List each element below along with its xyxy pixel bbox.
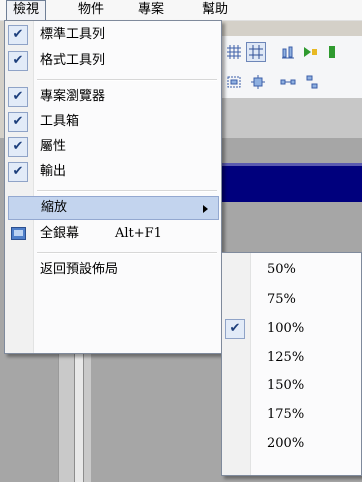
menu-object[interactable]: 物件	[72, 0, 110, 20]
zoom-option-label: 125%	[267, 350, 305, 365]
menu-item-label: 標準工具列	[40, 27, 106, 42]
check-icon: ✔	[225, 319, 245, 339]
distribute-horizontal-icon[interactable]	[280, 74, 296, 90]
menu-item-label: 屬性	[40, 139, 67, 154]
menu-view[interactable]: 檢視	[6, 0, 47, 20]
document-title-bar	[210, 163, 362, 202]
panel-strip	[210, 98, 362, 138]
center-horizontal-icon[interactable]	[226, 74, 242, 90]
submenu-arrow-icon	[203, 205, 208, 213]
fullscreen-icon	[11, 227, 26, 240]
menu-item-label: 輸出	[40, 164, 67, 179]
zoom-option-100[interactable]: ✔ 100%	[222, 317, 361, 341]
menu-item-zoom[interactable]: 縮放	[8, 196, 219, 220]
zoom-option-125[interactable]: 125%	[222, 346, 361, 370]
menu-item-label: 格式工具列	[40, 53, 106, 68]
menu-item-label: 專案瀏覽器	[40, 89, 106, 104]
menu-item-project-browser[interactable]: ✔ 專案瀏覽器	[5, 85, 221, 109]
toolbar-more-icon[interactable]	[328, 44, 338, 60]
menu-item-standard-toolbar[interactable]: ✔ 標準工具列	[5, 23, 221, 47]
menu-separator	[37, 79, 217, 81]
zoom-option-label: 50%	[267, 262, 296, 277]
menu-item-format-toolbar[interactable]: ✔ 格式工具列	[5, 49, 221, 73]
zoom-option-150[interactable]: 150%	[222, 374, 361, 398]
menu-item-fullscreen[interactable]: 全銀幕 Alt+F1	[5, 222, 221, 246]
check-icon: ✔	[8, 137, 28, 157]
center-vertical-icon[interactable]	[250, 74, 266, 90]
zoom-option-label: 100%	[267, 321, 305, 336]
menu-item-label: 全銀幕	[40, 226, 80, 241]
check-icon: ✔	[8, 112, 28, 132]
zoom-option-75[interactable]: 75%	[222, 288, 361, 312]
toolbar-standard	[210, 36, 362, 68]
menu-item-output[interactable]: ✔ 輸出	[5, 160, 221, 184]
zoom-option-label: 200%	[267, 436, 305, 451]
zoom-option-label: 175%	[267, 407, 305, 422]
menu-project[interactable]: 專案	[132, 0, 170, 20]
menu-item-reset-layout[interactable]: 返回預設佈局	[5, 258, 221, 282]
check-icon: ✔	[8, 51, 28, 71]
menu-separator	[37, 252, 217, 254]
menu-separator	[37, 190, 217, 192]
zoom-option-label: 150%	[267, 378, 305, 393]
zoom-option-200[interactable]: 200%	[222, 432, 361, 456]
zoom-option-50[interactable]: 50%	[222, 258, 361, 282]
grid-icon[interactable]	[226, 44, 242, 60]
menu-item-toolbox[interactable]: ✔ 工具箱	[5, 110, 221, 134]
menu-item-shortcut: Alt+F1	[115, 226, 162, 241]
zoom-option-175[interactable]: 175%	[222, 403, 361, 427]
menu-help[interactable]: 幫助	[196, 0, 234, 20]
align-icon[interactable]	[280, 44, 296, 60]
view-menu: ✔ 標準工具列 ✔ 格式工具列 ✔ 專案瀏覽器 ✔ 工具箱 ✔ 屬性 ✔ 輸出 …	[4, 20, 222, 354]
snap-to-grid-icon[interactable]	[246, 42, 266, 62]
run-icon[interactable]	[302, 44, 318, 60]
side-panel-scrollbar[interactable]	[74, 350, 84, 482]
menu-bar: 檢視 物件 專案 幫助	[0, 0, 362, 21]
menu-item-label: 返回預設佈局	[40, 262, 119, 277]
check-icon: ✔	[8, 25, 28, 45]
menu-item-properties[interactable]: ✔ 屬性	[5, 135, 221, 159]
zoom-option-label: 75%	[267, 292, 296, 307]
distribute-vertical-icon[interactable]	[304, 74, 320, 90]
toolbar-format	[210, 68, 362, 99]
menu-item-label: 縮放	[41, 200, 68, 215]
check-icon: ✔	[8, 162, 28, 182]
check-icon: ✔	[8, 87, 28, 107]
menu-item-label: 工具箱	[40, 114, 80, 129]
zoom-submenu: 50% 75% ✔ 100% 125% 150% 175% 200%	[221, 252, 362, 476]
